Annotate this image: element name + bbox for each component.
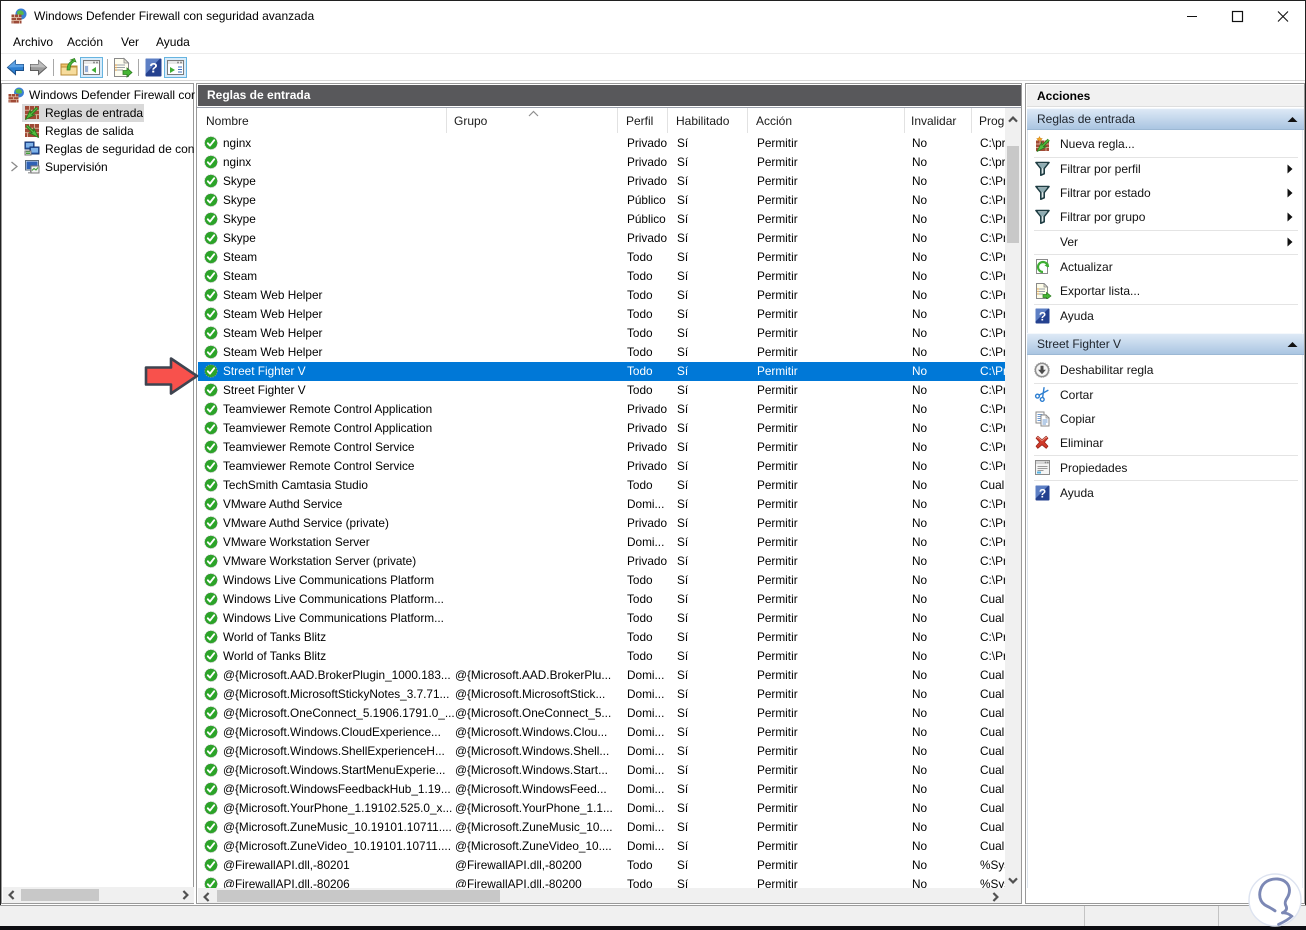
svg-text:?: ?: [1039, 487, 1046, 501]
svg-text:?: ?: [1039, 310, 1046, 324]
svg-text:?: ?: [149, 60, 158, 76]
